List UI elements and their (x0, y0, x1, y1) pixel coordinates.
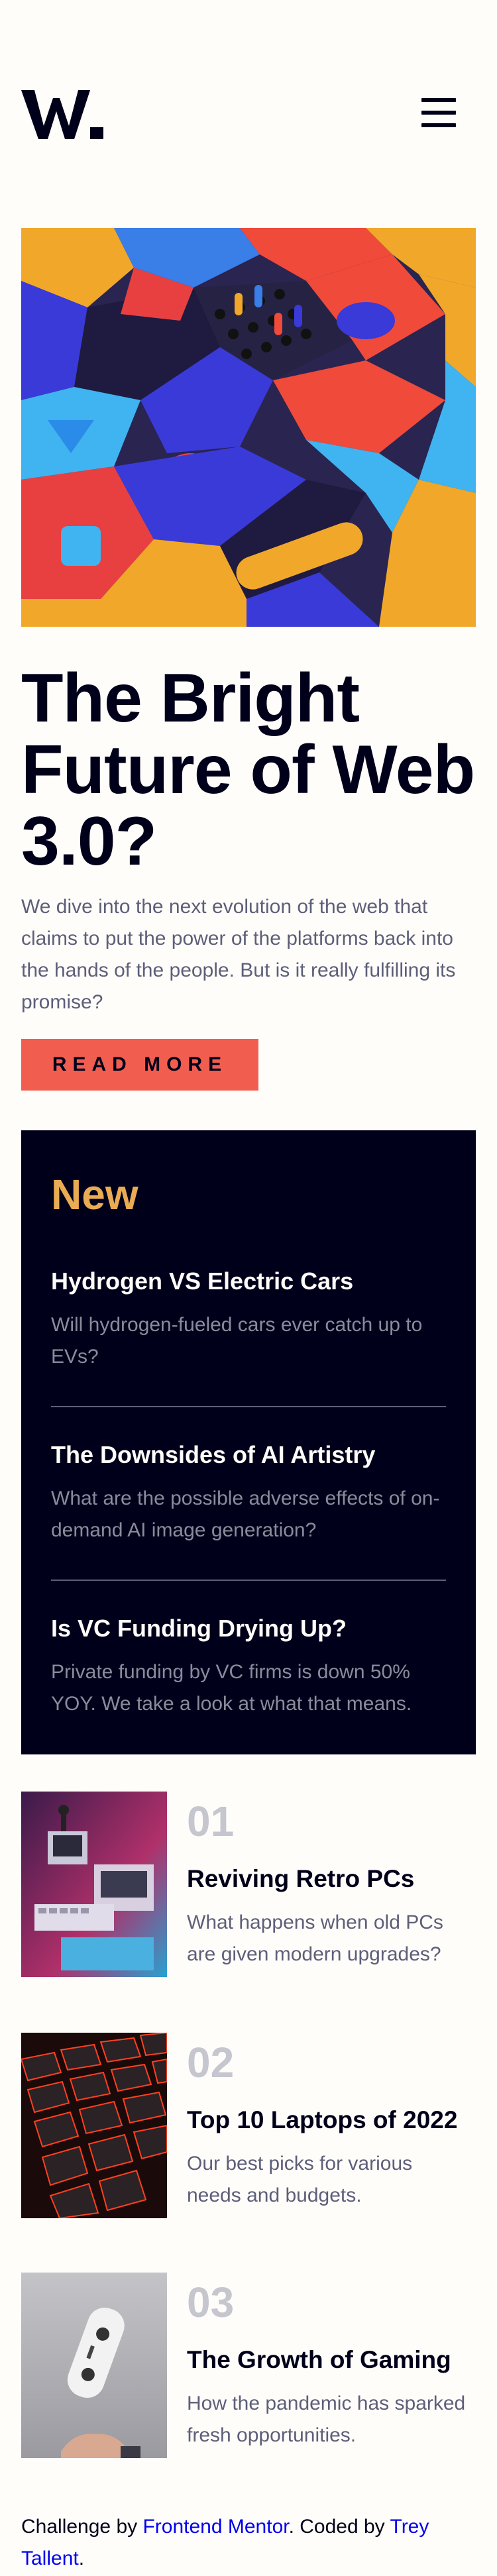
article-thumbnail[interactable] (21, 2033, 167, 2218)
new-item-description: Will hydrogen-fueled cars ever catch up … (51, 1314, 423, 1368)
article-description: What happens when old PCs are given mode… (187, 1911, 443, 1965)
article-card: 02 Top 10 Laptops of 2022 Our best picks… (21, 2033, 476, 2218)
article-thumbnail[interactable] (21, 1792, 167, 1977)
divider (51, 1406, 446, 1407)
new-articles-panel: New Hydrogen VS Electric Cars Will hydro… (21, 1130, 476, 1754)
logo[interactable] (21, 86, 107, 142)
attribution: Challenge by Frontend Mentor. Coded by T… (21, 2511, 478, 2575)
article-description: How the pandemic has sparked fresh oppor… (187, 2392, 466, 2446)
new-section-heading: New (51, 1171, 138, 1218)
new-item: The Downsides of AI Artistry What are th… (51, 1440, 446, 1546)
new-item: Is VC Funding Drying Up? Private funding… (51, 1614, 446, 1720)
new-item-description: Private funding by VC firms is down 50% … (51, 1661, 412, 1715)
attribution-middle: . Coded by (288, 2516, 390, 2538)
article-title[interactable]: Reviving Retro PCs (187, 1864, 414, 1894)
site-header (21, 0, 476, 225)
new-item-title[interactable]: Hydrogen VS Electric Cars (51, 1267, 446, 1296)
article-thumbnail[interactable] (21, 2273, 167, 2458)
hamburger-menu-icon (421, 98, 456, 102)
new-item-title[interactable]: Is VC Funding Drying Up? (51, 1614, 446, 1643)
hero-image (21, 228, 476, 627)
new-item-title[interactable]: The Downsides of AI Artistry (51, 1440, 446, 1470)
article-title[interactable]: Top 10 Laptops of 2022 (187, 2106, 457, 2135)
read-more-button[interactable]: READ MORE (21, 1039, 258, 1091)
article-title[interactable]: The Growth of Gaming (187, 2345, 451, 2375)
article-number: 03 (187, 2279, 235, 2326)
frontend-mentor-link[interactable]: Frontend Mentor (142, 2516, 288, 2538)
article-number: 01 (187, 1798, 235, 1845)
article-number: 02 (187, 2039, 235, 2086)
new-item: Hydrogen VS Electric Cars Will hydrogen-… (51, 1267, 446, 1373)
hero-title: The Bright Future of Web 3.0? (21, 660, 475, 880)
article-card: 03 The Growth of Gaming How the pandemic… (21, 2273, 476, 2458)
menu-button[interactable] (417, 93, 457, 133)
article-card: 01 Reviving Retro PCs What happens when … (21, 1792, 476, 1977)
divider (51, 1580, 446, 1581)
hero-description: We dive into the next evolution of the w… (21, 896, 456, 1013)
attribution-suffix: . (78, 2548, 85, 2569)
new-item-description: What are the possible adverse effects of… (51, 1487, 440, 1541)
attribution-prefix: Challenge by (21, 2516, 143, 2538)
article-description: Our best picks for various needs and bud… (187, 2153, 413, 2206)
